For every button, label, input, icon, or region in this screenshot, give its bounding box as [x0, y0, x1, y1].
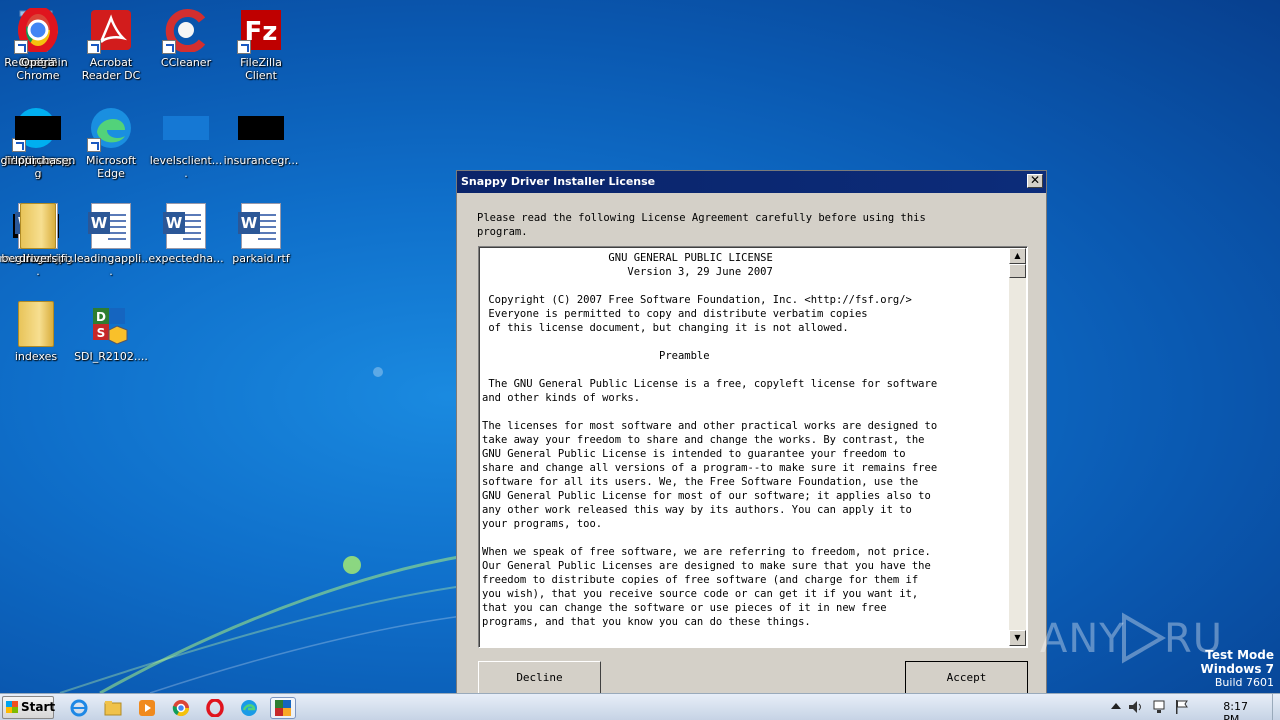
opera-icon [14, 6, 62, 54]
sdi-icon [275, 700, 291, 716]
desktop-icon-label: drivers [18, 252, 58, 265]
desktop-icon-label: Opera [21, 56, 55, 69]
word-doc-icon: W [237, 202, 285, 250]
desktop-icon-label: Acrobat Reader DC [81, 56, 141, 82]
acrobat-icon [87, 6, 135, 54]
anyrun-logo-icon: ANY RUN [1040, 612, 1253, 664]
ccleaner-icon [162, 6, 210, 54]
action-center-flag-icon[interactable] [1174, 699, 1190, 715]
edge-icon[interactable] [238, 697, 260, 719]
filezilla-icon: Fz [237, 6, 285, 54]
edge-icon [87, 104, 135, 152]
network-icon[interactable] [1152, 700, 1168, 714]
sdi-taskbar-button[interactable] [270, 697, 296, 719]
shortcut-arrow-icon [14, 40, 28, 54]
desktop-icon-label: insurancegr... [223, 154, 299, 167]
sdi-icon: DS [87, 300, 135, 348]
scroll-up-icon[interactable]: ▲ [1009, 248, 1026, 264]
scroll-thumb[interactable] [1009, 264, 1026, 278]
close-button[interactable]: ✕ [1027, 174, 1043, 188]
desktop-icon-label: expectedha... [148, 252, 224, 265]
folder-icon [14, 202, 62, 250]
desktop-icon[interactable]: Wleadingappli... [73, 202, 149, 278]
desktop-icon[interactable]: indexes [0, 300, 74, 363]
svg-text:D: D [96, 310, 106, 324]
desktop-icon-label: parkaid.rtf [232, 252, 290, 265]
tray-expand-icon[interactable] [1110, 701, 1122, 713]
opera-icon[interactable] [204, 697, 226, 719]
anyrun-watermark: ANY RUN [1040, 612, 1253, 675]
word-doc-icon: W [162, 202, 210, 250]
explorer-icon[interactable] [102, 697, 124, 719]
chrome-icon[interactable] [170, 697, 192, 719]
license-textbox[interactable]: GNU GENERAL PUBLIC LICENSE Version 3, 29… [478, 246, 1028, 648]
dialog-message: Please read the following License Agreem… [477, 212, 926, 238]
media-player-icon[interactable] [136, 697, 158, 719]
desktop-icon-label: CCleaner [160, 56, 212, 69]
desktop-icon[interactable]: Acrobat Reader DC [73, 6, 149, 82]
desktop-icon[interactable]: Opera [0, 6, 76, 69]
desktop-icon-label: Microsoft Edge [85, 154, 137, 180]
shortcut-arrow-icon [162, 40, 176, 54]
desktop-icon[interactable]: Wparkaid.rtf [223, 202, 299, 265]
decline-button[interactable]: Decline [478, 661, 601, 694]
desktop-icon[interactable]: CCleaner [148, 6, 224, 69]
start-label: Start [21, 700, 56, 714]
dialog-title: Snappy Driver Installer License [461, 175, 656, 188]
shortcut-arrow-icon [87, 40, 101, 54]
show-desktop-button[interactable] [1272, 694, 1280, 720]
test-mode-label: Test Mode Windows 7 Build 7601 [1201, 648, 1274, 690]
desktop-icon[interactable]: drivers [0, 202, 76, 265]
desktop-icon[interactable]: girlpurchase.... [0, 104, 76, 180]
desktop-icon-label: leadingappli... [73, 252, 149, 278]
windows-flag-icon [6, 701, 18, 713]
desktop-icon-label: FileZilla Client [240, 56, 282, 82]
word-doc-icon: W [87, 202, 135, 250]
dialog-titlebar[interactable]: Snappy Driver Installer License ✕ [457, 171, 1046, 193]
desktop-icon[interactable]: D S SDI_R2102.... [73, 300, 149, 363]
clock[interactable]: 8:17 PM [1223, 700, 1248, 720]
desktop-icon-label: indexes [14, 350, 58, 363]
license-scrollbar[interactable]: ▲ ▼ [1009, 248, 1026, 646]
test-mode-text: Test Mode [1205, 648, 1274, 662]
desktop-icon-label: levelsclient.... [149, 154, 223, 180]
desktop-icon[interactable]: insurancegr... [223, 104, 299, 167]
build-text: Build 7601 [1214, 676, 1274, 689]
accept-button[interactable]: Accept [905, 661, 1028, 694]
folder-icon [12, 300, 60, 348]
scroll-down-icon[interactable]: ▼ [1009, 630, 1026, 646]
ie-icon[interactable] [68, 697, 90, 719]
image-thumbnail-icon [162, 104, 210, 152]
os-name-text: Windows 7 [1200, 662, 1274, 676]
license-dialog: Snappy Driver Installer License ✕ Please… [456, 170, 1047, 700]
image-thumbnail-icon [237, 104, 285, 152]
taskbar: Start 8:17 PM [0, 693, 1280, 720]
image-thumbnail-icon [14, 104, 62, 152]
svg-text:S: S [97, 326, 106, 340]
desktop-icon[interactable]: Microsoft Edge [73, 104, 149, 180]
shortcut-arrow-icon [87, 138, 101, 152]
volume-icon[interactable] [1128, 700, 1144, 714]
start-button[interactable]: Start [2, 696, 56, 719]
license-text: GNU GENERAL PUBLIC LICENSE Version 3, 29… [482, 252, 938, 628]
desktop-icon-label: SDI_R2102.... [74, 350, 148, 363]
desktop-icon[interactable]: Wexpectedha... [148, 202, 224, 265]
desktop-icon-label: girlpurchase.... [0, 154, 76, 180]
svg-text:ANY: ANY [1040, 616, 1125, 662]
shortcut-arrow-icon [237, 40, 251, 54]
desktop-icon[interactable]: levelsclient.... [148, 104, 224, 180]
desktop-icon[interactable]: Fz FileZilla Client [223, 6, 299, 82]
